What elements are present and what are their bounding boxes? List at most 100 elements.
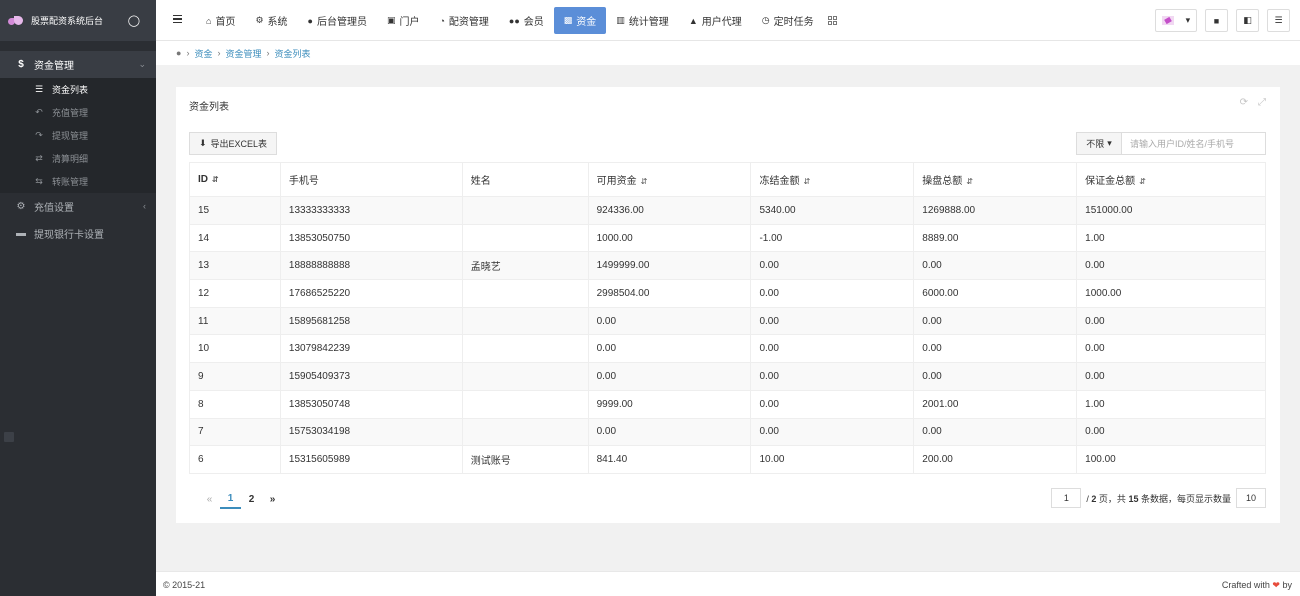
cell-name xyxy=(461,306,589,336)
settings-list-button[interactable]: ☰ xyxy=(1267,9,1290,32)
sort-icon: ⇵ xyxy=(1139,177,1146,186)
cell-frozen: 0.00 xyxy=(750,389,915,419)
table-row[interactable]: 12 17686525220 2998504.00 0.00 6000.00 1000.0… xyxy=(189,279,1266,308)
sort-icon: ⇵ xyxy=(966,177,973,186)
nav-item-admins[interactable]: ● 后台管理员 xyxy=(298,7,377,34)
table-row[interactable]: 13 18888888888 孟晓艺 1499999.00 0.00 0.00 0.00 xyxy=(189,251,1266,281)
location-icon: ● xyxy=(176,48,182,58)
hamburger-icon[interactable] xyxy=(173,15,182,23)
brand-name: 股票配资系统后台 xyxy=(31,16,104,26)
cell-deposit-total: 151000.00 xyxy=(1076,196,1266,225)
page-button-2[interactable]: 2 xyxy=(241,489,262,509)
cell-name xyxy=(461,196,589,225)
nav-item-funds[interactable]: ▩ 资金 xyxy=(553,7,607,34)
table-row[interactable]: 7 15753034198 0.00 0.00 0.00 0.00 xyxy=(189,417,1266,447)
toolbar-right: ▾ ■ ◧ ☰ xyxy=(1155,9,1290,32)
cell-frozen: 10.00 xyxy=(750,445,915,474)
nav-item-system[interactable]: ⚙ 系统 xyxy=(245,7,297,34)
filter-dropdown[interactable]: 不限 ▾ xyxy=(1076,132,1122,155)
export-excel-button[interactable]: ⬇ 导出EXCEL表 xyxy=(189,132,278,155)
cell-phone: 18888888888 xyxy=(279,251,463,281)
nav-item-home[interactable]: ⌂ 首页 xyxy=(196,7,245,34)
nav-item-allocation[interactable]: ◔ 配资管理 xyxy=(429,7,498,34)
app-grid-icon[interactable] xyxy=(827,16,837,25)
cell-frozen: 5340.00 xyxy=(750,196,915,225)
cell-name: 孟晓艺 xyxy=(461,251,589,281)
column-label: 冻结金额 xyxy=(759,176,800,187)
column-label: ID xyxy=(198,174,208,185)
cell-deposit-total: 1000.00 xyxy=(1076,279,1266,308)
cell-deposit-total: 1.00 xyxy=(1076,223,1266,253)
sidebar-subitem-transfer[interactable]: ⇆ 转账管理 xyxy=(0,170,156,193)
cell-phone: 13333333333 xyxy=(279,196,463,225)
sidebar-collapse-toggle[interactable] xyxy=(4,432,14,442)
cell-available: 1000.00 xyxy=(587,223,752,253)
user-menu-button[interactable]: ▾ xyxy=(1155,9,1197,32)
download-icon: ⬇ xyxy=(199,138,207,148)
table-row[interactable]: 10 13079842239 0.00 0.00 0.00 0.00 xyxy=(189,334,1266,364)
clear-cache-button[interactable]: ■ xyxy=(1205,9,1228,32)
page-button-1[interactable]: 1 xyxy=(220,489,241,509)
page-size-input[interactable]: 10 xyxy=(1236,488,1266,508)
items-text: 条数据，每页显示数量 xyxy=(1140,493,1231,504)
cell-id: 6 xyxy=(189,445,281,474)
column-label: 操盘总额 xyxy=(922,176,963,187)
cell-deposit-total: 0.00 xyxy=(1076,306,1266,336)
sidebar-item-recharge-settings[interactable]: ⚙ 充值设置 ‹ xyxy=(0,193,156,220)
trash-icon: ■ xyxy=(1213,15,1220,26)
refresh-icon[interactable]: ⟳ xyxy=(1240,97,1248,108)
cell-frozen: 0.00 xyxy=(750,334,915,364)
table-row[interactable]: 6 15315605989 测试账号 841.40 10.00 200.00 100.00 xyxy=(189,445,1266,474)
gear-icon: ⚙ xyxy=(16,201,26,212)
fullscreen-icon[interactable]: ⤢ xyxy=(1258,97,1266,108)
nav-item-portal[interactable]: ▣ 门户 xyxy=(377,7,430,34)
table-row[interactable]: 9 15905409373 0.00 0.00 0.00 0.00 xyxy=(189,362,1266,391)
sidebar-item-fund-management[interactable]: $ 资金管理 ⌄ xyxy=(0,51,156,78)
sidebar-item-bank-card-settings[interactable]: ▬ 提现银行卡设置 xyxy=(0,220,156,247)
caret-down-icon: ▾ xyxy=(1107,138,1112,148)
column-header-available[interactable]: 可用资金 ⇵ xyxy=(587,162,752,197)
water-drop-icon[interactable]: ◯ xyxy=(128,14,140,27)
chevron-down-icon: ⌄ xyxy=(138,59,146,69)
next-page-button[interactable]: » xyxy=(262,489,283,509)
nav-item-statistics[interactable]: ▥ 统计管理 xyxy=(606,7,679,34)
user-icon: ● xyxy=(307,15,313,26)
sidebar-subitem-fund-list[interactable]: ☰ 资金列表 xyxy=(0,78,156,101)
column-header-frozen[interactable]: 冻结金额 ⇵ xyxy=(750,162,915,197)
crafted-with: Crafted with ❤ by xyxy=(1222,580,1292,591)
breadcrumb-item[interactable]: 资金列表 xyxy=(274,47,310,60)
cell-trade-total: 0.00 xyxy=(913,251,1078,281)
panel-tools: ⟳ ⤢ xyxy=(1240,97,1266,108)
sidebar-subitem-clearing[interactable]: ⇄ 清算明细 xyxy=(0,147,156,170)
table-row[interactable]: 14 13853050750 1000.00 -1.00 8889.00 1.00 xyxy=(189,223,1266,253)
nav-item-members[interactable]: ●● 会员 xyxy=(499,7,554,34)
table-row[interactable]: 8 13853050748 9999.00 0.00 2001.00 1.00 xyxy=(189,389,1266,419)
nav-label: 后台管理员 xyxy=(316,17,367,28)
nav-label: 系统 xyxy=(267,17,288,28)
prev-page-button[interactable]: « xyxy=(199,489,220,509)
column-header-trade-total[interactable]: 操盘总额 ⇵ xyxy=(913,162,1078,197)
table-row[interactable]: 15 13333333333 924336.00 5340.00 1269888.00 1… xyxy=(189,196,1266,225)
search-input[interactable] xyxy=(1122,132,1266,155)
sidebar-subitem-recharge[interactable]: ↶ 充值管理 xyxy=(0,101,156,124)
breadcrumb-item[interactable]: 资金管理 xyxy=(225,47,261,60)
column-header-id[interactable]: ID ⇵ xyxy=(189,162,281,197)
nav-item-scheduled-tasks[interactable]: ◷ 定时任务 xyxy=(752,7,824,34)
cell-id: 11 xyxy=(189,306,281,336)
breadcrumb-separator: › xyxy=(266,48,270,58)
brand[interactable]: 股票配资系统后台 ◯ xyxy=(0,0,156,41)
sidebar-item-label: 资金管理 xyxy=(34,61,74,72)
cell-name xyxy=(461,279,589,308)
by-text: by xyxy=(1282,580,1292,590)
exchange-icon: ⇆ xyxy=(35,176,43,186)
sidebar-subitem-withdraw[interactable]: ↷ 提现管理 xyxy=(0,124,156,147)
column-header-deposit-total[interactable]: 保证金总额 ⇵ xyxy=(1076,162,1266,197)
table-row[interactable]: 11 15895681258 0.00 0.00 0.00 0.00 xyxy=(189,306,1266,336)
open-frontend-button[interactable]: ◧ xyxy=(1236,9,1259,32)
nav-item-agents[interactable]: ▲ 用户代理 xyxy=(679,7,752,34)
page-jump-input[interactable]: 1 xyxy=(1051,488,1082,508)
cell-phone: 13853050750 xyxy=(279,223,463,253)
cell-available: 9999.00 xyxy=(587,389,752,419)
breadcrumb-item[interactable]: 资金 xyxy=(194,47,212,60)
external-link-icon: ◧ xyxy=(1243,15,1252,25)
